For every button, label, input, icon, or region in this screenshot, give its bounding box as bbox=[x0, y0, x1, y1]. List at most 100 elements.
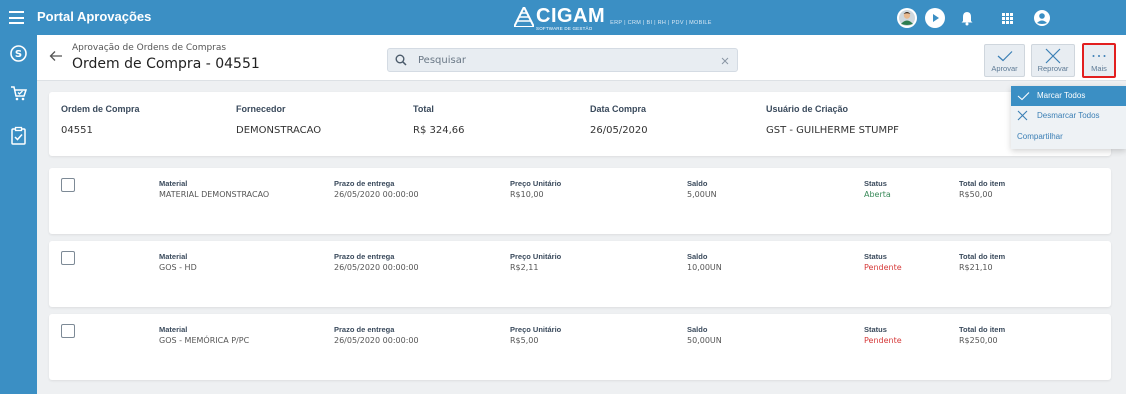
total-value: R$ 324,66 bbox=[413, 125, 465, 136]
item-material: Material GOS - HD bbox=[159, 252, 197, 272]
item-balance: Saldo 50,00UN bbox=[687, 325, 722, 345]
apps-grid-icon[interactable] bbox=[996, 7, 1018, 29]
avatar-icon[interactable] bbox=[896, 7, 918, 29]
item-status-label: Status bbox=[864, 179, 887, 188]
item-unit-price-value: R$10,00 bbox=[510, 190, 544, 199]
item-checkbox[interactable] bbox=[61, 251, 75, 265]
menu-item-share-label: Compartilhar bbox=[1017, 132, 1063, 141]
approve-button[interactable]: Aprovar bbox=[984, 44, 1025, 77]
more-dots-icon bbox=[1092, 55, 1106, 57]
item-unit-price-label: Preço Unitário bbox=[510, 252, 562, 261]
item-unit-price-value: R$5,00 bbox=[510, 336, 539, 345]
top-bar: Portal Aprovações CIGAM SOFTWARE DE GEST… bbox=[0, 0, 1126, 35]
menu-item-select-all[interactable]: Marcar Todos bbox=[1011, 86, 1126, 106]
coin-icon[interactable]: S bbox=[9, 44, 28, 63]
item-status-label: Status bbox=[864, 252, 887, 261]
cart-check-icon[interactable] bbox=[9, 84, 28, 103]
bell-icon[interactable] bbox=[956, 7, 978, 29]
check-icon bbox=[1017, 92, 1030, 101]
reject-button-label: Reprovar bbox=[1037, 64, 1069, 73]
item-material-label: Material bbox=[159, 325, 188, 334]
check-icon bbox=[997, 51, 1012, 62]
item-total-label: Total do item bbox=[959, 325, 1006, 334]
item-deadline-value: 26/05/2020 00:00:00 bbox=[334, 190, 419, 199]
item-material: Material GOS - MEMÓRICA P/PC bbox=[159, 325, 249, 345]
menu-item-select-all-label: Marcar Todos bbox=[1037, 91, 1086, 100]
item-status-value: Aberta bbox=[864, 190, 891, 199]
logo-subtitle: SOFTWARE DE GESTÃO bbox=[536, 25, 593, 31]
main-content: Aprovação de Ordens de Compras Ordem de … bbox=[37, 35, 1126, 394]
purchase-date-field: Data Compra 26/05/2020 bbox=[590, 104, 648, 136]
item-balance: Saldo 5,00UN bbox=[687, 179, 717, 199]
reject-button[interactable]: Reprovar bbox=[1031, 44, 1075, 77]
arrow-left-icon[interactable] bbox=[49, 49, 63, 63]
item-status: Status Pendente bbox=[864, 325, 902, 345]
supplier-value: DEMONSTRACAO bbox=[236, 125, 322, 136]
item-unit-price: Preço Unitário R$10,00 bbox=[510, 179, 561, 199]
search-box bbox=[387, 48, 738, 72]
item-balance: Saldo 10,00UN bbox=[687, 252, 722, 272]
item-unit-price: Preço Unitário R$2,11 bbox=[510, 252, 561, 272]
total-field: Total R$ 324,66 bbox=[413, 104, 464, 136]
page-title: Ordem de Compra - 04551 bbox=[72, 56, 260, 72]
purchase-date-label: Data Compra bbox=[590, 104, 647, 114]
order-number-value: 04551 bbox=[61, 125, 93, 136]
created-by-value: GST - GUILHERME STUMPF bbox=[766, 125, 899, 136]
order-summary-card: Ordem de Compra 04551 Fornecedor DEMONST… bbox=[49, 92, 1111, 156]
item-material-label: Material bbox=[159, 179, 188, 188]
item-deadline-value: 26/05/2020 00:00:00 bbox=[334, 263, 419, 272]
item-unit-price-value: R$2,11 bbox=[510, 263, 539, 272]
left-sidebar: S bbox=[0, 35, 37, 394]
created-by-label: Usuário de Criação bbox=[766, 104, 849, 114]
item-unit-price-label: Preço Unitário bbox=[510, 325, 562, 334]
item-checkbox[interactable] bbox=[61, 324, 75, 338]
item-total-value: R$50,00 bbox=[959, 190, 993, 199]
account-icon[interactable] bbox=[1031, 7, 1053, 29]
item-deadline: Prazo de entrega 26/05/2020 00:00:00 bbox=[334, 252, 419, 272]
item-balance-value: 50,00UN bbox=[687, 336, 722, 345]
item-deadline: Prazo de entrega 26/05/2020 00:00:00 bbox=[334, 179, 419, 199]
item-card: Material GOS - HD Prazo de entrega 26/05… bbox=[49, 241, 1111, 307]
menu-item-share[interactable]: Compartilhar bbox=[1011, 127, 1126, 147]
menu-item-deselect-all-label: Desmarcar Todos bbox=[1037, 111, 1100, 120]
item-card: Material MATERIAL DEMONSTRACAO Prazo de … bbox=[49, 168, 1111, 234]
menu-item-deselect-all[interactable]: Desmarcar Todos bbox=[1011, 106, 1126, 126]
clear-search-icon[interactable] bbox=[721, 57, 729, 65]
item-balance-label: Saldo bbox=[687, 325, 708, 334]
clipboard-check-icon[interactable] bbox=[9, 126, 28, 145]
item-total-value: R$21,10 bbox=[959, 263, 993, 272]
item-balance-value: 10,00UN bbox=[687, 263, 722, 272]
item-card: Material GOS - MEMÓRICA P/PC Prazo de en… bbox=[49, 314, 1111, 380]
purchase-date-value: 26/05/2020 bbox=[590, 125, 648, 136]
svg-text:S: S bbox=[15, 49, 22, 60]
search-input[interactable] bbox=[418, 52, 698, 68]
item-status: Status Aberta bbox=[864, 179, 891, 199]
more-button[interactable]: Mais bbox=[1082, 43, 1116, 78]
item-deadline-value: 26/05/2020 00:00:00 bbox=[334, 336, 419, 345]
cigam-logo: CIGAM SOFTWARE DE GESTÃO ERP | CRM | BI … bbox=[514, 5, 712, 31]
item-deadline-label: Prazo de entrega bbox=[334, 179, 395, 188]
cigam-logo-mark-icon bbox=[514, 7, 534, 27]
item-status-value: Pendente bbox=[864, 263, 902, 272]
menu-icon[interactable] bbox=[9, 11, 24, 24]
item-unit-price: Preço Unitário R$5,00 bbox=[510, 325, 561, 345]
logo-modules: ERP | CRM | BI | RH | PDV | MOBILE bbox=[610, 20, 712, 26]
total-label: Total bbox=[413, 104, 434, 114]
item-deadline-label: Prazo de entrega bbox=[334, 325, 395, 334]
supplier-field: Fornecedor DEMONSTRACAO bbox=[236, 104, 321, 136]
item-total: Total do item R$50,00 bbox=[959, 179, 1005, 199]
item-status-value: Pendente bbox=[864, 336, 902, 345]
item-material-label: Material bbox=[159, 252, 188, 261]
item-balance-label: Saldo bbox=[687, 179, 708, 188]
item-material-value: MATERIAL DEMONSTRACAO bbox=[159, 190, 270, 199]
item-material-value: GOS - HD bbox=[159, 263, 197, 272]
item-status-label: Status bbox=[864, 325, 887, 334]
play-icon[interactable] bbox=[924, 7, 946, 29]
item-total-label: Total do item bbox=[959, 252, 1006, 261]
item-total-value: R$250,00 bbox=[959, 336, 998, 345]
item-unit-price-label: Preço Unitário bbox=[510, 179, 562, 188]
item-checkbox[interactable] bbox=[61, 178, 75, 192]
item-deadline-label: Prazo de entrega bbox=[334, 252, 395, 261]
order-number-label: Ordem de Compra bbox=[61, 104, 140, 114]
close-icon bbox=[1017, 110, 1028, 121]
